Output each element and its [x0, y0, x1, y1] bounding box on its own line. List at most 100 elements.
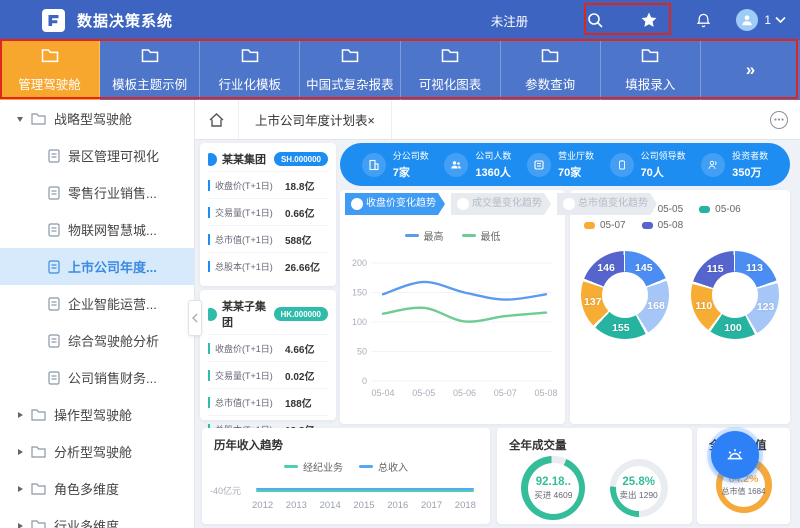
- toggle-marketcap-trend[interactable]: 总市值变化趋势: [557, 193, 657, 215]
- caret-right-icon[interactable]: [16, 485, 29, 493]
- legend-marker: [404, 234, 419, 237]
- row-accent-bar: [208, 179, 210, 191]
- x-tick: 2017: [420, 500, 443, 511]
- metric-value: 26.66亿: [285, 262, 321, 274]
- donut-segment-value: 100: [724, 321, 742, 334]
- x-tick: 2014: [319, 500, 341, 511]
- donut-chart-left[interactable]: 145 168 155 137 146: [581, 251, 669, 339]
- app-logo-icon: [42, 8, 65, 32]
- register-status-link[interactable]: 未注册: [491, 11, 529, 30]
- sidebar-item-industry-dimension[interactable]: 行业多维度: [0, 507, 194, 528]
- sidebar-item-analytical-cockpit[interactable]: 分析型驾驶舱: [0, 433, 194, 470]
- nav-tab-visual-charts[interactable]: 可视化图表: [401, 40, 501, 100]
- svg-text:150: 150: [352, 288, 367, 298]
- metric-label: 总市值(T+1日): [215, 397, 273, 408]
- legend-item-brokerage[interactable]: 经纪业务: [284, 459, 343, 474]
- toggle-dot-icon: [563, 198, 575, 210]
- legend-label: 05-06: [715, 204, 741, 215]
- nav-more-button[interactable]: »: [701, 40, 800, 100]
- legend-label: 经纪业务: [303, 463, 343, 474]
- nav-tab-label: 中国式复杂报表: [306, 77, 394, 92]
- donut-segment-value: 113: [746, 262, 763, 275]
- sidebar-item-scenic-area[interactable]: 景区管理可视化: [0, 137, 194, 174]
- sidebar-item-comprehensive-analysis[interactable]: 综合驾驶舱分析: [0, 322, 194, 359]
- tab-listed-company-annual-plan[interactable]: 上市公司年度计划表×: [239, 100, 392, 139]
- tree-item-label: 公司销售财务...: [68, 371, 157, 386]
- legend-marker: [584, 222, 595, 229]
- folder-icon: [31, 519, 46, 528]
- tree-item-label: 物联网智慧城...: [68, 223, 157, 238]
- x-tick: 2016: [387, 500, 409, 511]
- stat-label: 公司人数: [475, 151, 512, 161]
- donut-chart-right[interactable]: 113 123 100 110 115: [691, 251, 779, 339]
- legend-item-05-08[interactable]: 05-08: [641, 220, 683, 231]
- sidebar-collapse-handle[interactable]: [188, 300, 202, 336]
- svg-text:05-05: 05-05: [412, 388, 435, 398]
- toggle-volume-trend[interactable]: 成交量变化趋势: [451, 193, 551, 215]
- card-flag-icon: [208, 307, 217, 321]
- star-icon[interactable]: [638, 9, 660, 31]
- document-tab-bar: 上市公司年度计划表×: [195, 100, 800, 140]
- nav-tab-data-entry[interactable]: 填报录入: [601, 40, 701, 100]
- sidebar-item-enterprise-ops[interactable]: 企业智能运营...: [0, 285, 194, 322]
- sidebar-item-company-finance[interactable]: 公司销售财务...: [0, 359, 194, 396]
- nav-tab-complex-reports[interactable]: 中国式复杂报表: [300, 40, 401, 100]
- legend-item-high[interactable]: 最高: [404, 228, 444, 243]
- toggle-dot-icon: [457, 198, 469, 210]
- search-icon[interactable]: [584, 9, 606, 31]
- nav-tab-management-cockpit[interactable]: 管理驾驶舱: [0, 40, 101, 100]
- legend-item-05-06[interactable]: 05-06: [699, 204, 741, 215]
- caret-right-icon[interactable]: [16, 522, 29, 528]
- metric-label: 总市值(T+1日): [215, 234, 273, 245]
- sidebar-item-role-dimension[interactable]: 角色多维度: [0, 470, 194, 507]
- toggle-close-price-trend[interactable]: 收盘价变化趋势: [345, 193, 445, 215]
- company-name: 某某集团: [222, 154, 266, 166]
- nav-tab-template-themes[interactable]: 模板主题示例: [100, 40, 201, 100]
- metric-row: 总股本(T+1日) 26.66亿: [208, 252, 328, 279]
- sidebar-item-strategic-cockpit[interactable]: 战略型驾驶舱: [0, 100, 194, 137]
- legend-item-total-income[interactable]: 总收入: [359, 459, 408, 474]
- metric-row: 交易量(T+1日) 0.02亿: [208, 361, 328, 388]
- nav-tab-parameter-query[interactable]: 参数查询: [501, 40, 601, 100]
- app-title: 数据决策系统: [77, 12, 174, 30]
- bell-icon[interactable]: [692, 9, 714, 31]
- leaders-icon: [609, 152, 634, 177]
- row-accent-bar: [208, 260, 210, 272]
- sidebar-item-listed-company[interactable]: 上市公司年度...: [0, 248, 194, 285]
- user-avatar[interactable]: [736, 9, 759, 31]
- sidebar-item-operational-cockpit[interactable]: 操作型驾驶舱: [0, 396, 194, 433]
- metric-row: 收盘价(T+1日) 18.8亿: [208, 171, 328, 198]
- gauge-sell-volume[interactable]: 25.8% 卖出 1290: [609, 459, 668, 517]
- toggle-label: 成交量变化趋势: [472, 198, 542, 209]
- tree-item-label: 上市公司年度...: [68, 260, 157, 275]
- kpi-stats-bar: 分公司数 7家 公司人数 1360人 营业厅数 70家 公司领导数 70人 投资…: [340, 143, 790, 186]
- caret-down-icon[interactable]: [16, 115, 29, 123]
- document-icon: [48, 296, 60, 311]
- legend-label: 05-07: [600, 220, 626, 231]
- gauge-buy-volume[interactable]: 92.18.. 买进 4609: [521, 456, 586, 520]
- sidebar-item-retail-sales[interactable]: 零售行业销售...: [0, 174, 194, 211]
- tab-more-icon[interactable]: [770, 110, 788, 129]
- gauge-value: 25.8%: [622, 475, 655, 488]
- tree-item-label: 景区管理可视化: [68, 149, 160, 164]
- stat-label: 投资者数: [732, 151, 769, 161]
- income-line-chart[interactable]: -40亿元: [208, 478, 482, 500]
- double-chevron-right-icon: »: [745, 60, 756, 79]
- caret-right-icon[interactable]: [16, 448, 29, 456]
- folder-icon: [41, 48, 59, 68]
- legend-item-05-07[interactable]: 05-07: [584, 220, 626, 231]
- stat-value: 70人: [640, 167, 664, 179]
- nav-tab-industry-templates[interactable]: 行业化模板: [200, 40, 301, 100]
- price-line-chart[interactable]: 0 50 100 150 200 05-04 05-05 05-06 05-07 05-08: [345, 245, 560, 413]
- home-icon[interactable]: [195, 100, 239, 139]
- x-tick: 2013: [285, 500, 307, 511]
- folder-icon: [241, 48, 259, 68]
- company-card-subgroup: 某某子集团 HK.000000 收盘价(T+1日) 4.66亿 交易量(T+1日…: [200, 290, 336, 437]
- x-tick: 2018: [454, 500, 476, 511]
- chevron-down-icon[interactable]: [775, 16, 786, 24]
- legend-item-low[interactable]: 最低: [461, 228, 501, 243]
- sidebar-item-iot-city[interactable]: 物联网智慧城...: [0, 211, 194, 248]
- alarm-float-button[interactable]: [711, 431, 759, 479]
- caret-right-icon[interactable]: [16, 411, 29, 419]
- toggle-dot-icon: [351, 198, 363, 210]
